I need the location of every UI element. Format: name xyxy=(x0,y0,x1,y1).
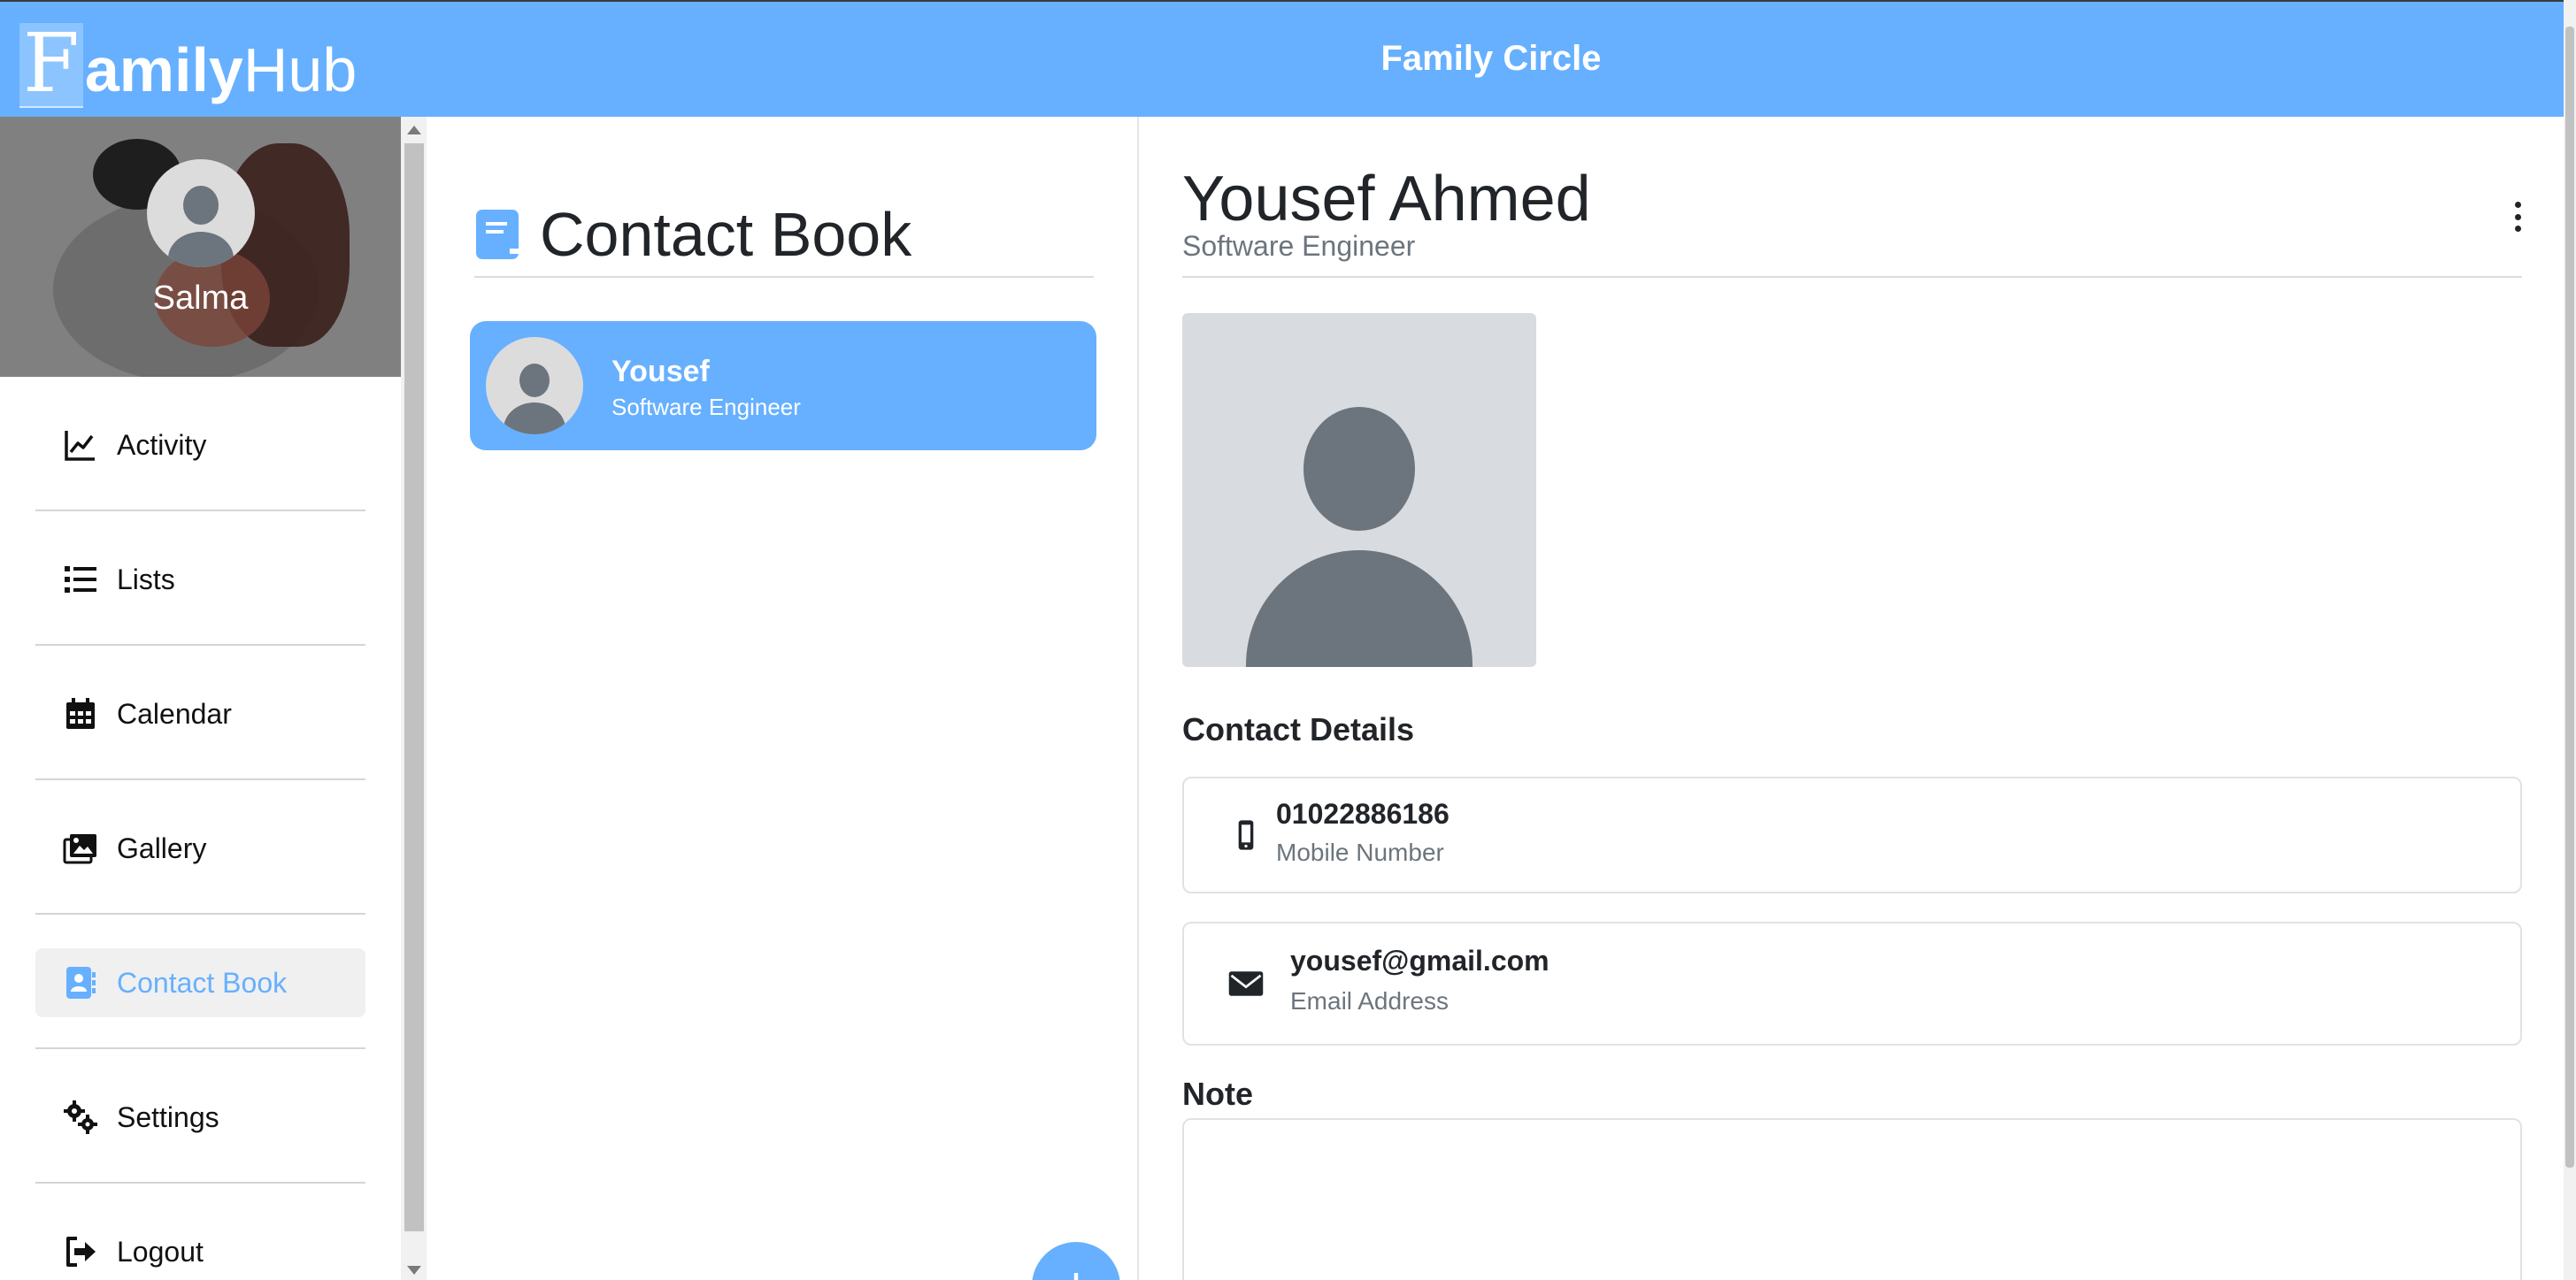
contact-photo[interactable] xyxy=(1182,313,1536,667)
header-title: Family Circle xyxy=(1380,39,1602,78)
contact-name: Yousef xyxy=(611,355,710,388)
sidebar-item-label: Gallery xyxy=(117,832,207,864)
contact-list-item[interactable]: Yousef Software Engineer xyxy=(470,321,1096,450)
sidebar-item-lists[interactable]: Lists xyxy=(35,511,365,646)
photo-placeholder-body xyxy=(1246,550,1473,667)
mobile-phone-icon xyxy=(1225,814,1267,856)
contact-list-panel: Contact Book Yousef Software Engineer + xyxy=(427,117,1139,1280)
sidebar-item-gallery-link[interactable]: Gallery xyxy=(35,814,365,883)
top-header: F amily Hub Family Circle xyxy=(0,2,2564,117)
avatar-body xyxy=(504,402,565,434)
envelope-icon xyxy=(1225,962,1267,1005)
email-address-label: Email Address xyxy=(1290,987,1449,1015)
sidebar-item-settings[interactable]: Settings xyxy=(35,1049,365,1184)
sidebar-item-label: Contact Book xyxy=(117,966,288,999)
sidebar-item-calendar[interactable]: Calendar xyxy=(35,646,365,780)
logo-initial: F xyxy=(19,23,83,108)
sidebar-item-lists-link[interactable]: Lists xyxy=(35,545,365,614)
profile-banner: Salma xyxy=(0,117,401,377)
page-scrollbar-thumb[interactable] xyxy=(2565,27,2574,1168)
sidebar-item-logout[interactable]: Logout xyxy=(35,1184,365,1280)
note-textarea[interactable] xyxy=(1182,1118,2522,1280)
avatar-head xyxy=(183,186,219,225)
photo-placeholder-head xyxy=(1303,407,1415,531)
book-icon xyxy=(476,210,520,259)
scroll-down-arrow-icon[interactable] xyxy=(407,1266,421,1275)
calendar-icon xyxy=(62,695,99,732)
scroll-up-arrow-icon[interactable] xyxy=(407,126,421,134)
sidebar-item-contact-book[interactable]: Contact Book xyxy=(35,915,365,1049)
mobile-number-label: Mobile Number xyxy=(1276,839,1444,866)
contact-book-title: Contact Book xyxy=(540,200,912,269)
mobile-number-value: 01022886186 xyxy=(1276,798,1449,830)
contact-avatar xyxy=(486,337,583,434)
sidebar-item-label: Activity xyxy=(117,428,207,461)
sidebar-item-gallery[interactable]: Gallery xyxy=(35,780,365,915)
sidebar-item-label: Lists xyxy=(117,563,175,595)
logo-text-bold: amily xyxy=(84,35,243,104)
email-address-card[interactable]: yousef@gmail.com Email Address xyxy=(1182,922,2522,1046)
mobile-number-card[interactable]: 01022886186 Mobile Number xyxy=(1182,777,2522,893)
contact-role: Software Engineer xyxy=(611,394,801,420)
familyhub-logo[interactable]: F amily Hub xyxy=(19,19,357,108)
address-book-icon xyxy=(62,964,99,1001)
sidebar-item-label: Logout xyxy=(117,1235,204,1268)
profile-avatar[interactable] xyxy=(147,159,255,267)
logout-icon xyxy=(62,1233,99,1270)
sidebar-item-label: Calendar xyxy=(117,697,232,730)
email-address-value: yousef@gmail.com xyxy=(1290,945,1549,977)
contact-full-name: Yousef Ahmed xyxy=(1182,164,1591,234)
sidebar-item-activity-link[interactable]: Activity xyxy=(35,410,365,479)
chart-line-icon xyxy=(62,426,99,464)
sidebar-scrollbar-thumb[interactable] xyxy=(404,143,424,1231)
list-icon xyxy=(62,561,99,598)
sidebar-item-label: Settings xyxy=(117,1100,219,1133)
sidebar-item-settings-link[interactable]: Settings xyxy=(35,1083,365,1152)
sidebar-item-calendar-link[interactable]: Calendar xyxy=(35,679,365,748)
contact-details-heading: Contact Details xyxy=(1182,711,1415,747)
images-icon xyxy=(62,830,99,867)
logo-text-light: Hub xyxy=(242,35,358,104)
gears-icon xyxy=(62,1099,99,1136)
add-contact-button[interactable]: + xyxy=(1032,1242,1120,1280)
sidebar-item-activity[interactable]: Activity xyxy=(35,377,365,511)
sidebar-nav: Activity Lists Calendar Gallery Contact … xyxy=(35,377,365,1280)
app-root: F amily Hub Family Circle Salma Activity… xyxy=(0,0,2576,1280)
sidebar-item-logout-link[interactable]: Logout xyxy=(35,1217,365,1280)
avatar-head xyxy=(519,364,550,397)
avatar-body xyxy=(168,232,234,267)
divider xyxy=(1182,276,2522,278)
contact-detail-panel: Yousef Ahmed Software Engineer Contact D… xyxy=(1141,117,2564,1280)
sidebar: Salma Activity Lists Calendar Gallery Co… xyxy=(0,117,401,1280)
sidebar-item-contact-book-link[interactable]: Contact Book xyxy=(35,948,365,1017)
profile-name: Salma xyxy=(152,280,249,317)
contact-job-title: Software Engineer xyxy=(1182,230,1416,262)
note-heading: Note xyxy=(1182,1076,1253,1112)
contact-book-heading: Contact Book xyxy=(474,193,1094,278)
more-options-icon[interactable] xyxy=(2511,202,2525,232)
